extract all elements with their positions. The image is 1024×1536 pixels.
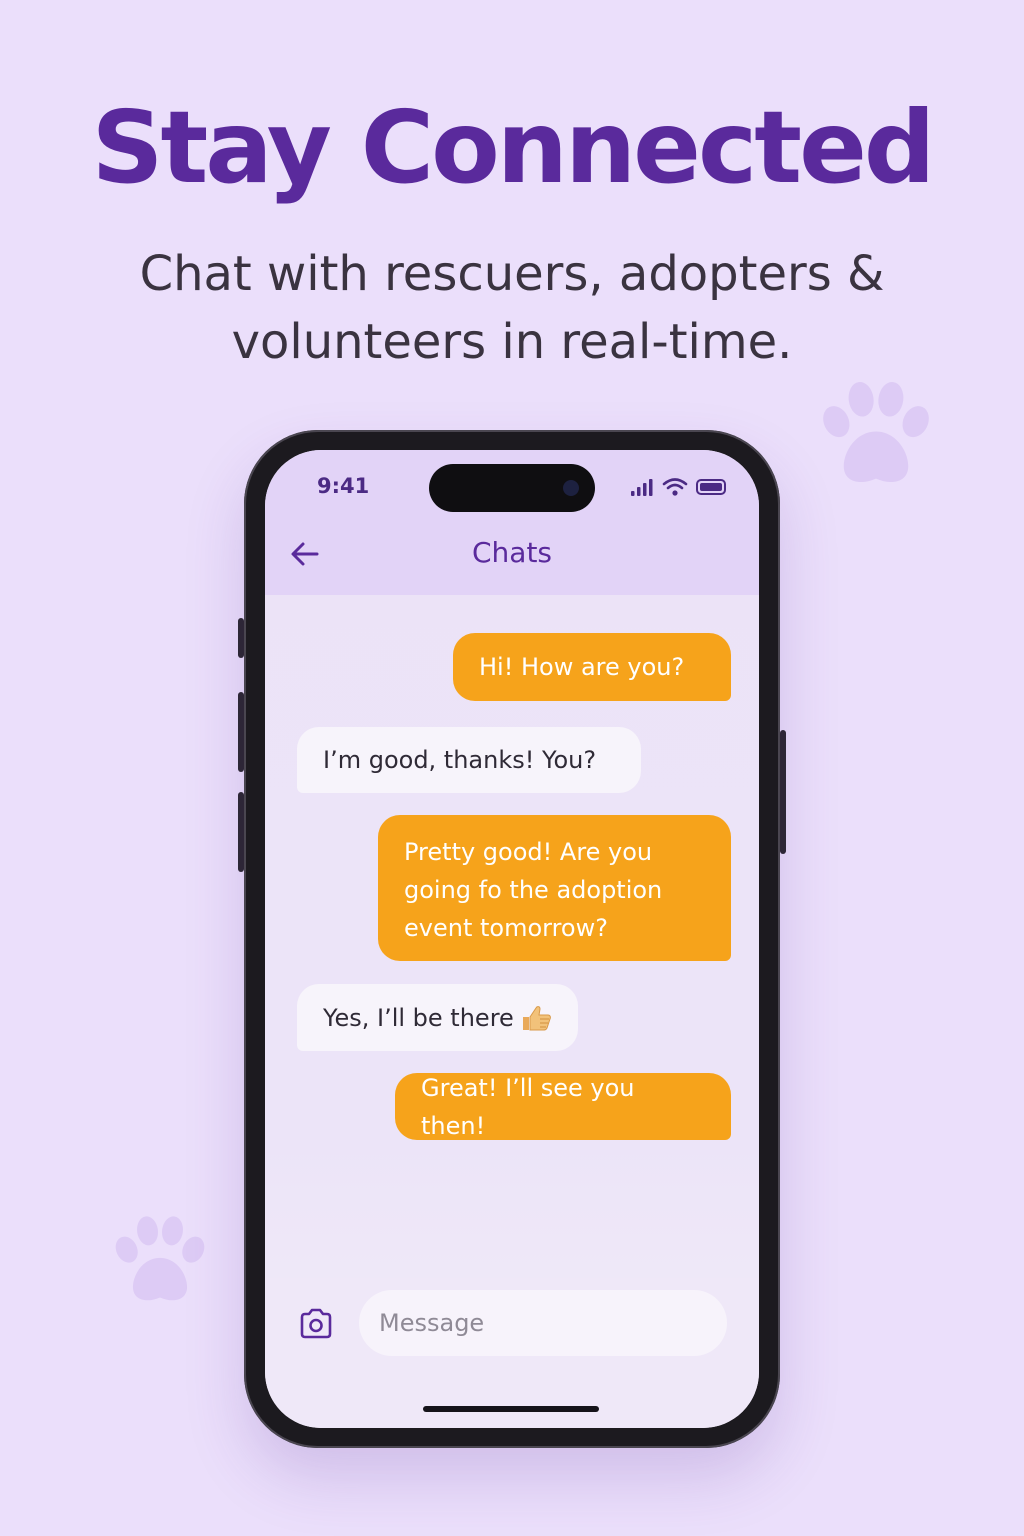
message-input[interactable]: [359, 1290, 727, 1356]
signal-icon: [631, 479, 653, 496]
phone-screen: 9:41 Chats Hi! How are you? I’m good, th…: [265, 450, 759, 1428]
paw-print-icon: [115, 1216, 205, 1301]
home-indicator[interactable]: [423, 1406, 599, 1412]
message-bubble-outgoing[interactable]: Hi! How are you?: [453, 633, 731, 701]
paw-print-icon: [823, 382, 929, 483]
message-bubble-outgoing[interactable]: Great! I’ll see you then!: [395, 1073, 731, 1140]
message-composer: [265, 1278, 759, 1428]
phone-power-button: [780, 730, 786, 854]
hero-subtitle: Chat with rescuers, adopters & volunteer…: [139, 246, 885, 370]
status-time: 9:41: [317, 474, 370, 498]
chat-title: Chats: [471, 536, 553, 569]
wifi-icon: [662, 478, 688, 490]
message-bubble-incoming[interactable]: I’m good, thanks! You?: [297, 727, 641, 793]
message-bubble-incoming[interactable]: Yes, I’ll be there: [297, 984, 578, 1051]
battery-icon: [696, 479, 726, 495]
chat-header: 9:41 Chats: [265, 450, 759, 595]
message-text: Hi! How are you?: [479, 653, 685, 681]
hero-title: Stay Connected: [91, 89, 935, 206]
camera-icon[interactable]: [297, 1306, 335, 1342]
dynamic-island: [429, 464, 595, 512]
message-text: I’m good, thanks! You?: [323, 746, 597, 774]
message-text: Yes, I’ll be there: [323, 1003, 514, 1032]
message-text: Pretty good! Are you going fo the adopti…: [404, 838, 663, 942]
message-bubble-outgoing[interactable]: Pretty good! Are you going fo the adopti…: [378, 815, 731, 961]
thumbs-up-emoji: [522, 1005, 551, 1030]
front-camera-icon: [563, 480, 579, 496]
status-icons: [631, 478, 726, 496]
message-text: Great! I’ll see you then!: [421, 1073, 635, 1140]
